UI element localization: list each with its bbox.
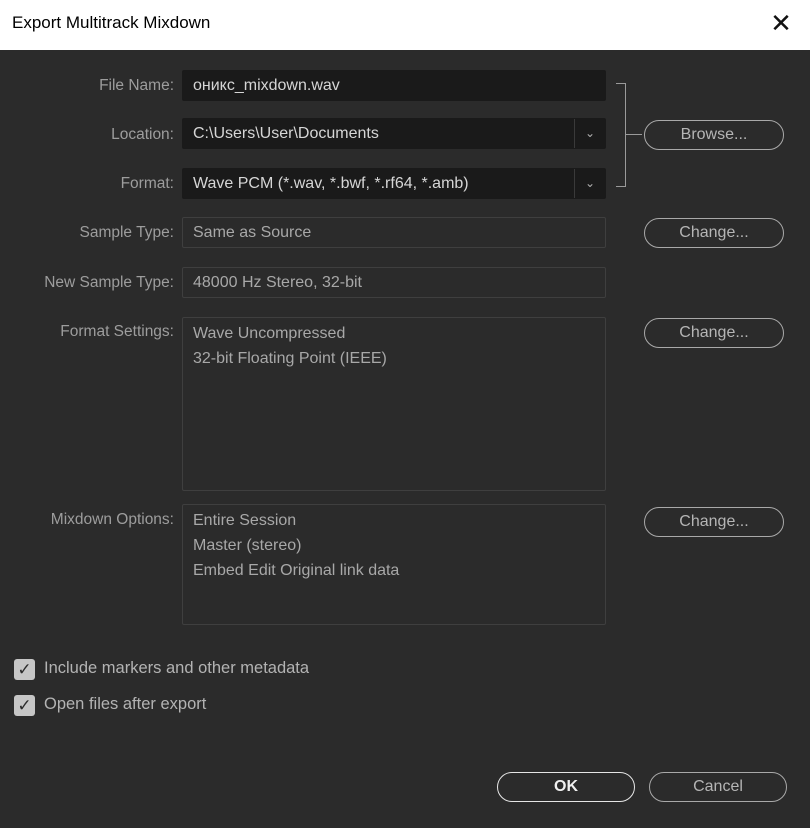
chevron-down-icon[interactable]: ⌄ [574,119,605,148]
sample-type-label: Sample Type: [79,224,175,241]
group-bracket [616,83,626,187]
open-files-label[interactable]: Open files after export [44,695,206,714]
location-label: Location: [111,126,174,143]
include-markers-checkbox[interactable]: ✓ [14,659,35,680]
file-name-label: File Name: [99,77,174,94]
new-sample-type-label: New Sample Type: [44,274,174,291]
format-label: Format: [120,175,174,192]
title-bar: Export Multitrack Mixdown ✕ [0,0,810,50]
include-markers-label[interactable]: Include markers and other metadata [44,659,309,678]
format-value: Wave PCM (*.wav, *.bwf, *.rf64, *.amb) [193,175,469,192]
ok-button[interactable]: OK [497,772,635,802]
format-settings-box: Wave Uncompressed 32-bit Floating Point … [182,317,606,491]
export-dialog: File Name: оникс_mixdown.wav Location: C… [0,50,810,828]
location-value: C:\Users\User\Documents [193,125,379,142]
browse-button[interactable]: Browse... [644,120,784,150]
open-files-checkbox[interactable]: ✓ [14,695,35,716]
chevron-down-icon[interactable]: ⌄ [574,169,605,198]
mixdown-options-label: Mixdown Options: [50,511,174,528]
change-format-settings-button[interactable]: Change... [644,318,784,348]
close-icon[interactable]: ✕ [766,8,796,38]
new-sample-type-field: 48000 Hz Stereo, 32-bit [182,267,606,298]
group-bracket-tick [626,134,642,135]
mixdown-options-line: Embed Edit Original link data [193,562,400,579]
location-dropdown[interactable]: C:\Users\User\Documents ⌄ [182,118,606,149]
format-settings-label: Format Settings: [60,323,174,340]
mixdown-options-line: Entire Session [193,512,297,529]
sample-type-field: Same as Source [182,217,606,248]
cancel-button[interactable]: Cancel [649,772,787,802]
format-dropdown[interactable]: Wave PCM (*.wav, *.bwf, *.rf64, *.amb) ⌄ [182,168,606,199]
mixdown-options-line: Master (stereo) [193,537,302,554]
mixdown-options-box: Entire Session Master (stereo) Embed Edi… [182,504,606,625]
format-settings-line: 32-bit Floating Point (IEEE) [193,350,387,367]
window-title: Export Multitrack Mixdown [12,13,211,32]
change-sample-type-button[interactable]: Change... [644,218,784,248]
format-settings-line: Wave Uncompressed [193,325,346,342]
file-name-input[interactable]: оникс_mixdown.wav [182,70,606,101]
change-mixdown-options-button[interactable]: Change... [644,507,784,537]
